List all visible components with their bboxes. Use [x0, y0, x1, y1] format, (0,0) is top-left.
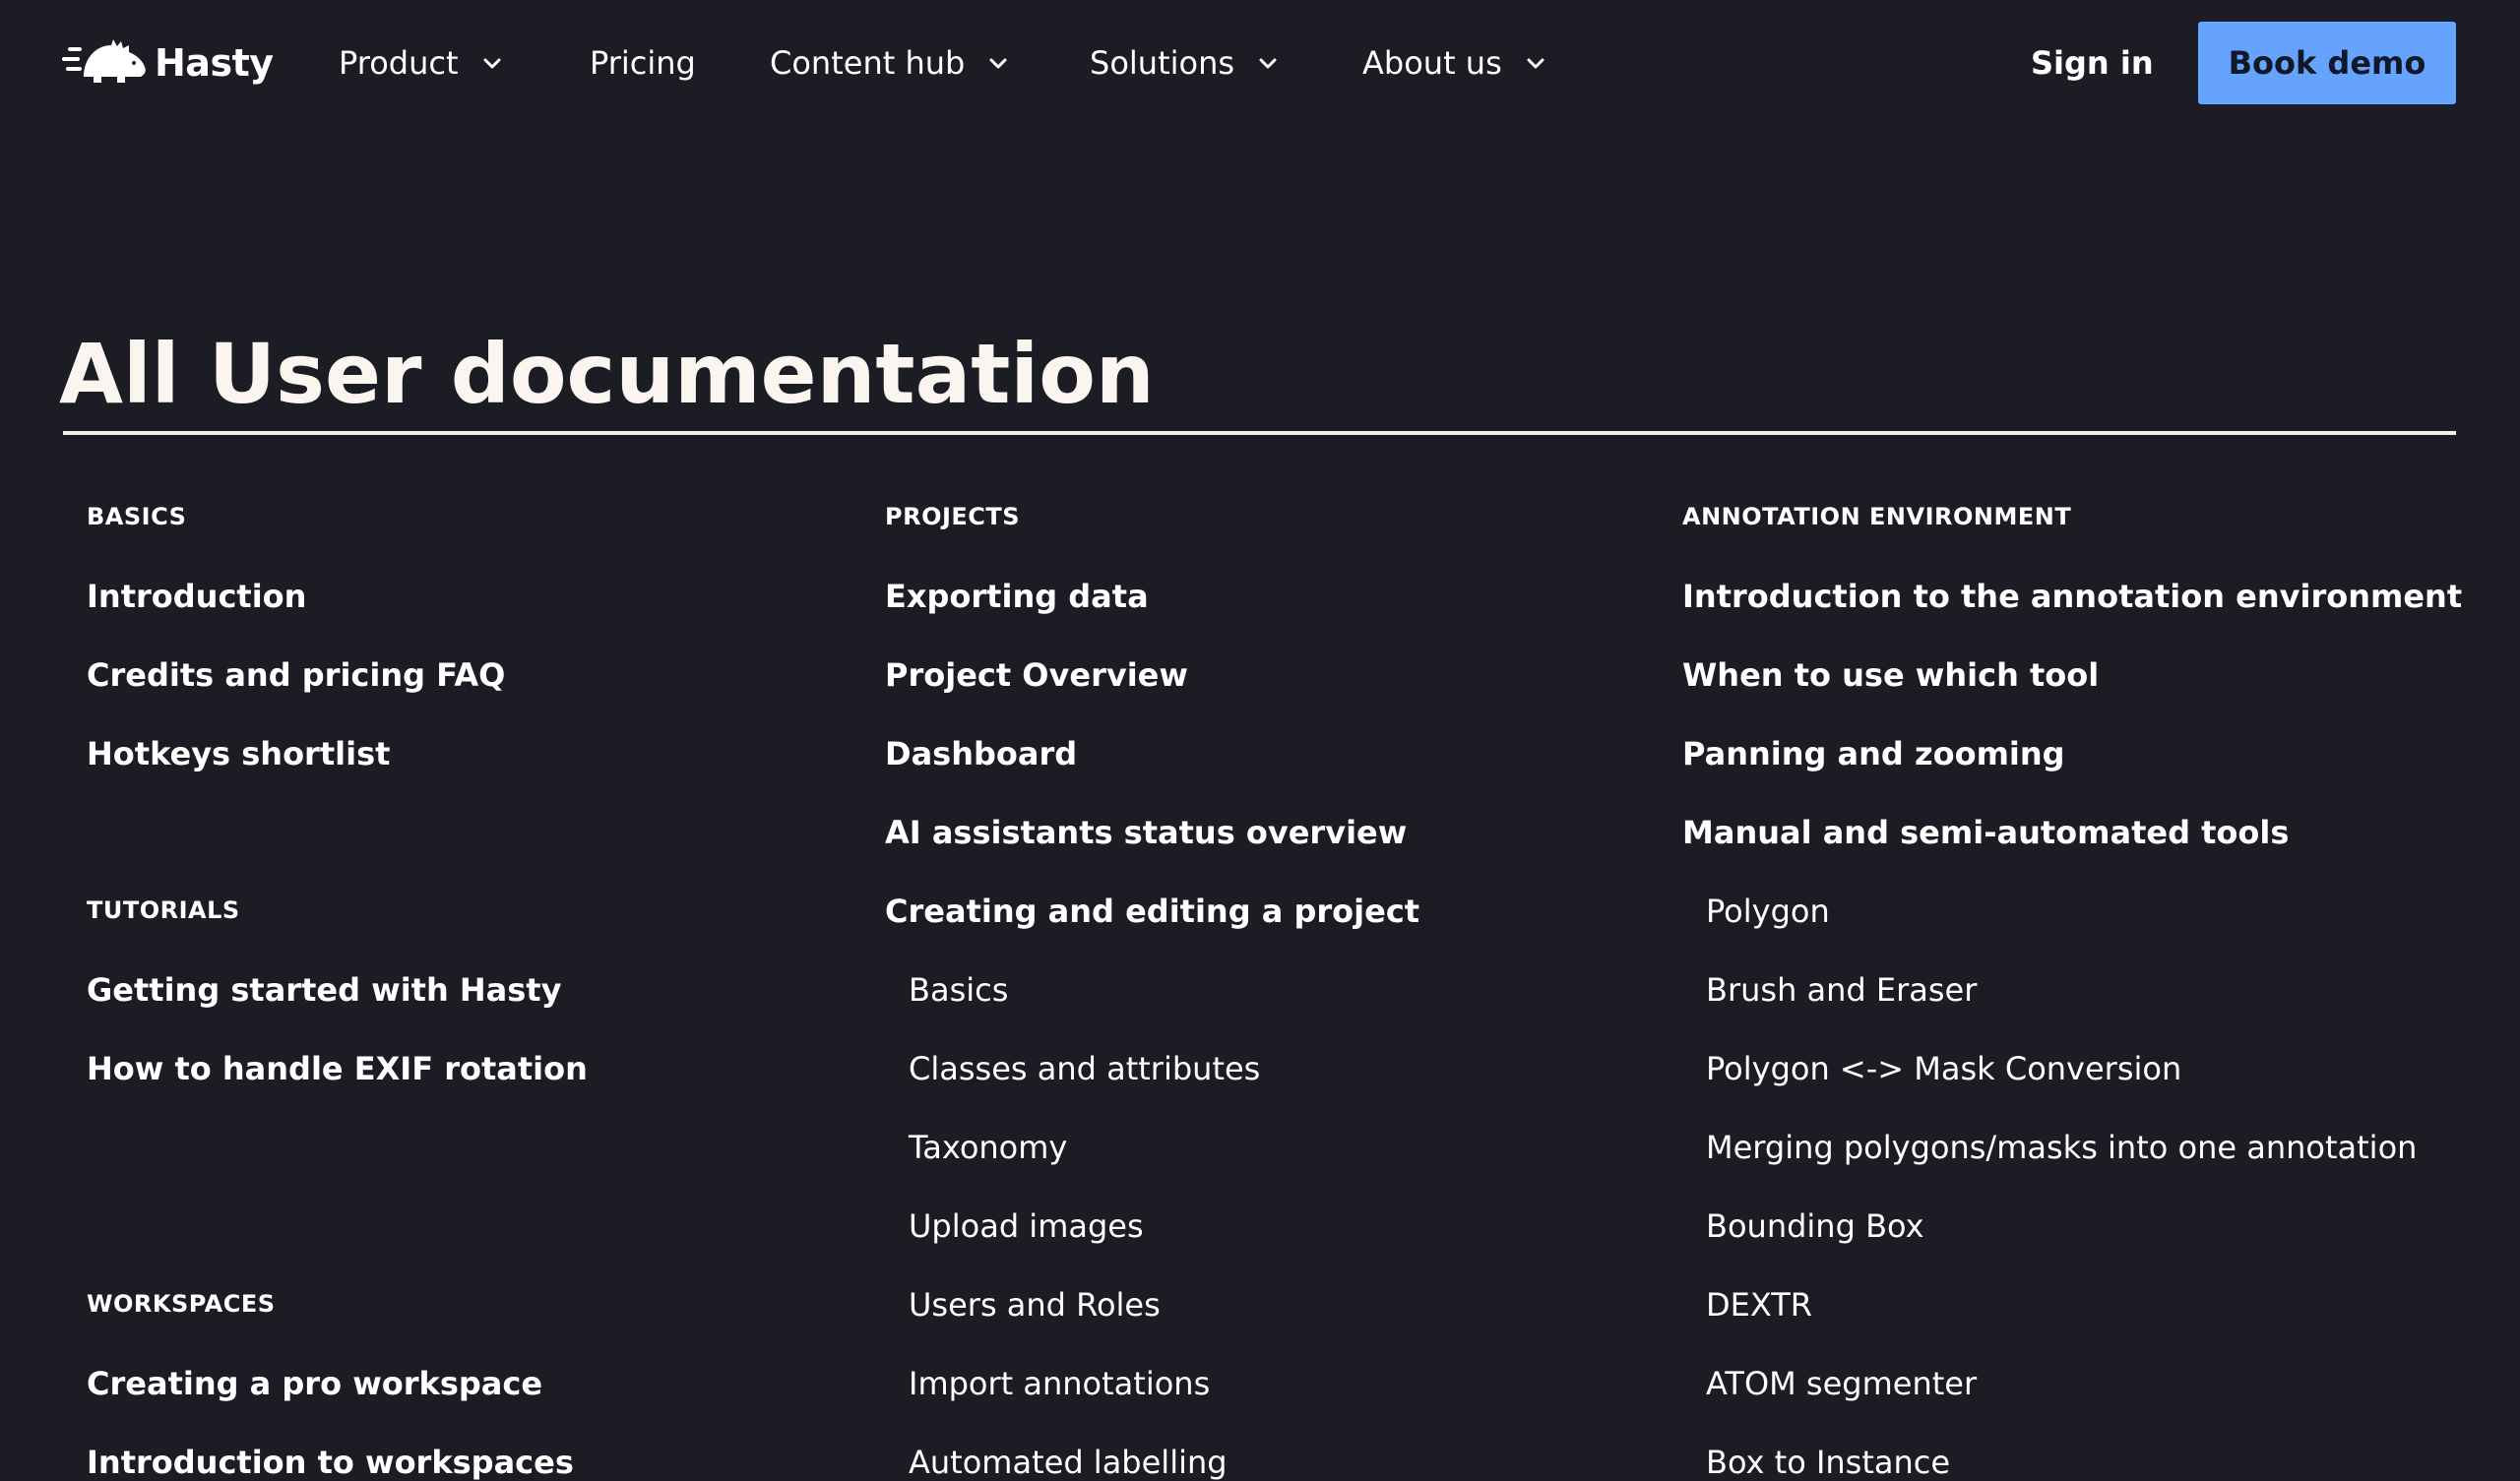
doc-sublink-automated-labelling[interactable]: Automated labelling [909, 1444, 1228, 1481]
doc-link-panning-zooming[interactable]: Panning and zooming [1682, 735, 2065, 772]
doc-link-introduction[interactable]: Introduction [87, 578, 306, 615]
doc-sublink-taxonomy[interactable]: Taxonomy [909, 1129, 1067, 1166]
section-heading-workspaces: WORKSPACES [87, 1290, 276, 1318]
nav-product[interactable]: Product [339, 39, 504, 87]
doc-link-ai-assistants-status[interactable]: AI assistants status overview [885, 814, 1407, 851]
nav-pricing[interactable]: Pricing [590, 39, 696, 87]
chevron-down-icon [989, 58, 1007, 69]
nav-product-label: Product [339, 44, 459, 82]
chevron-down-icon [1527, 58, 1544, 69]
doc-link-exif-rotation[interactable]: How to handle EXIF rotation [87, 1050, 588, 1087]
doc-sublink-polygon-mask-conversion[interactable]: Polygon <-> Mask Conversion [1706, 1050, 2181, 1087]
doc-sublink-dextr[interactable]: DEXTR [1706, 1286, 1812, 1324]
top-navigation: Hasty Product Pricing Content hub Soluti… [0, 0, 2520, 128]
nav-about-us-label: About us [1362, 44, 1502, 82]
page-title: All User documentation [59, 326, 1155, 422]
nav-about-us[interactable]: About us [1362, 39, 1547, 87]
sign-in-link[interactable]: Sign in [2031, 39, 2154, 87]
section-heading-basics: BASICS [87, 503, 187, 530]
nav-pricing-label: Pricing [590, 44, 696, 82]
doc-link-credits-pricing-faq[interactable]: Credits and pricing FAQ [87, 656, 505, 694]
doc-link-exporting-data[interactable]: Exporting data [885, 578, 1149, 615]
doc-sublink-polygon[interactable]: Polygon [1706, 893, 1830, 930]
book-demo-button[interactable]: Book demo [2198, 22, 2456, 104]
section-heading-annotation-environment: ANNOTATION ENVIRONMENT [1682, 503, 2072, 530]
doc-link-intro-workspaces[interactable]: Introduction to workspaces [87, 1444, 574, 1481]
title-divider [63, 431, 2456, 435]
doc-sublink-atom-segmenter[interactable]: ATOM segmenter [1706, 1365, 1977, 1402]
chevron-down-icon [483, 58, 500, 69]
doc-sublink-import-annotations[interactable]: Import annotations [909, 1365, 1210, 1402]
doc-sublink-upload-images[interactable]: Upload images [909, 1207, 1144, 1245]
section-heading-projects: PROJECTS [885, 503, 1021, 530]
nav-content-hub-label: Content hub [770, 44, 966, 82]
nav-content-hub[interactable]: Content hub [770, 39, 1010, 87]
doc-link-dashboard[interactable]: Dashboard [885, 735, 1077, 772]
section-heading-tutorials: TUTORIALS [87, 896, 240, 924]
nav-solutions-label: Solutions [1090, 44, 1235, 82]
doc-sublink-bounding-box[interactable]: Bounding Box [1706, 1207, 1924, 1245]
doc-link-hotkeys-shortlist[interactable]: Hotkeys shortlist [87, 735, 390, 772]
doc-link-which-tool[interactable]: When to use which tool [1682, 656, 2099, 694]
doc-sublink-users-roles[interactable]: Users and Roles [909, 1286, 1161, 1324]
hedgehog-logo-icon [62, 39, 146, 83]
doc-sublink-merging-polygons[interactable]: Merging polygons/masks into one annotati… [1706, 1129, 2417, 1166]
doc-link-intro-annotation-env[interactable]: Introduction to the annotation environme… [1682, 578, 2462, 615]
doc-link-getting-started[interactable]: Getting started with Hasty [87, 971, 561, 1009]
logo-wordmark: Hasty [155, 41, 274, 85]
nav-solutions[interactable]: Solutions [1090, 39, 1280, 87]
doc-sublink-classes-attributes[interactable]: Classes and attributes [909, 1050, 1260, 1087]
doc-link-creating-editing-project[interactable]: Creating and editing a project [885, 893, 1419, 930]
doc-link-manual-semi-automated-tools[interactable]: Manual and semi-automated tools [1682, 814, 2289, 851]
chevron-down-icon [1259, 58, 1277, 69]
hasty-logo[interactable]: Hasty [62, 37, 274, 89]
doc-link-project-overview[interactable]: Project Overview [885, 656, 1188, 694]
doc-sublink-basics[interactable]: Basics [909, 971, 1008, 1009]
doc-sublink-brush-eraser[interactable]: Brush and Eraser [1706, 971, 1977, 1009]
doc-sublink-box-to-instance[interactable]: Box to Instance [1706, 1444, 1950, 1481]
doc-link-creating-pro-workspace[interactable]: Creating a pro workspace [87, 1365, 542, 1402]
